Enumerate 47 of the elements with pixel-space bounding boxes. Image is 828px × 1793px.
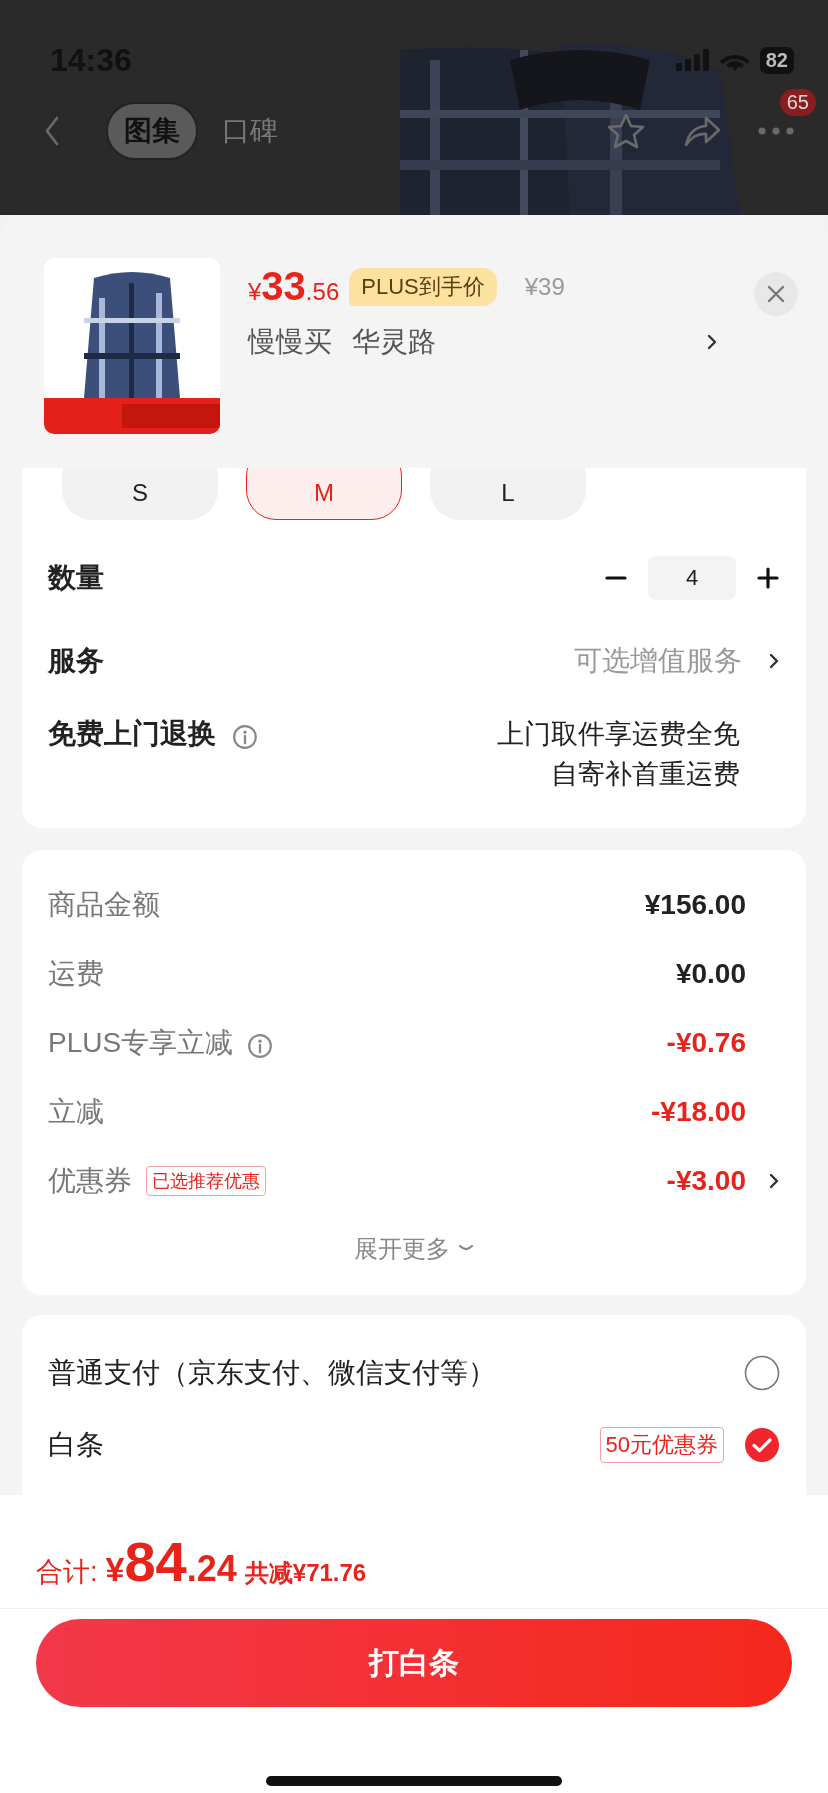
return-label: 免费上门退换 [48, 717, 216, 751]
radio-checked-icon[interactable] [744, 1427, 780, 1463]
price-value: -¥18.00 [651, 1095, 746, 1128]
spec-text: 华灵路 [352, 325, 436, 359]
price-label: 立减 [48, 1094, 104, 1129]
promo-tag: 已选推荐优惠 [146, 1165, 266, 1196]
price-label: 商品金额 [48, 887, 160, 922]
price-value: ¥0.00 [675, 957, 746, 990]
total-price: ¥84.24 [105, 1529, 237, 1594]
plus-icon[interactable] [756, 566, 780, 590]
star-icon[interactable] [606, 111, 646, 151]
payment-option[interactable]: 普通支付（京东支付、微信支付等） [48, 1354, 496, 1392]
service-option[interactable]: 可选增值服务 [574, 642, 742, 680]
chevron-icon[interactable] [706, 334, 718, 350]
saved-amount: 共减¥71.76 [244, 1558, 367, 1588]
service-label: 服务 [48, 644, 104, 678]
original-price: ¥39 [524, 272, 565, 301]
price-value: -¥3.00 [666, 1164, 746, 1197]
chevron-icon[interactable] [768, 653, 780, 669]
size-option[interactable]: L [430, 468, 586, 520]
back-icon[interactable] [44, 116, 60, 146]
price-label: PLUS专享立减 [48, 1025, 234, 1060]
more-icon[interactable] [758, 127, 794, 135]
pay-button[interactable]: 打白条 [36, 1619, 792, 1707]
size-option[interactable]: S [62, 468, 218, 520]
return-note: 自寄补首重运费 [551, 758, 740, 791]
product-price: ¥33.56 [248, 264, 340, 309]
return-note: 上门取件享运费全免 [497, 718, 740, 751]
expand-link[interactable]: 展开更多 [348, 1232, 480, 1266]
signal-icon [675, 49, 710, 71]
close-icon [766, 284, 786, 304]
spec-text: 慢慢买 [248, 325, 332, 359]
radio-icon[interactable] [744, 1355, 780, 1391]
quantity-label: 数量 [48, 561, 104, 595]
promo-tag: 50元优惠券 [599, 1427, 724, 1463]
tab[interactable]: 口碑 [206, 104, 294, 158]
close-button[interactable] [754, 272, 798, 316]
price-label: 运费 [48, 956, 104, 991]
total-label: 合计: [36, 1556, 98, 1589]
price-tag: PLUS到手价 [349, 267, 497, 306]
payment-option[interactable]: 白条 [48, 1426, 104, 1464]
price-value: -¥0.76 [666, 1026, 746, 1059]
price-value: ¥156.00 [644, 888, 746, 921]
chevron-icon[interactable] [768, 1172, 780, 1189]
size-option[interactable]: M [246, 468, 402, 520]
price-label: 优惠券 [48, 1163, 132, 1198]
quantity-field[interactable]: 4 [648, 556, 736, 600]
